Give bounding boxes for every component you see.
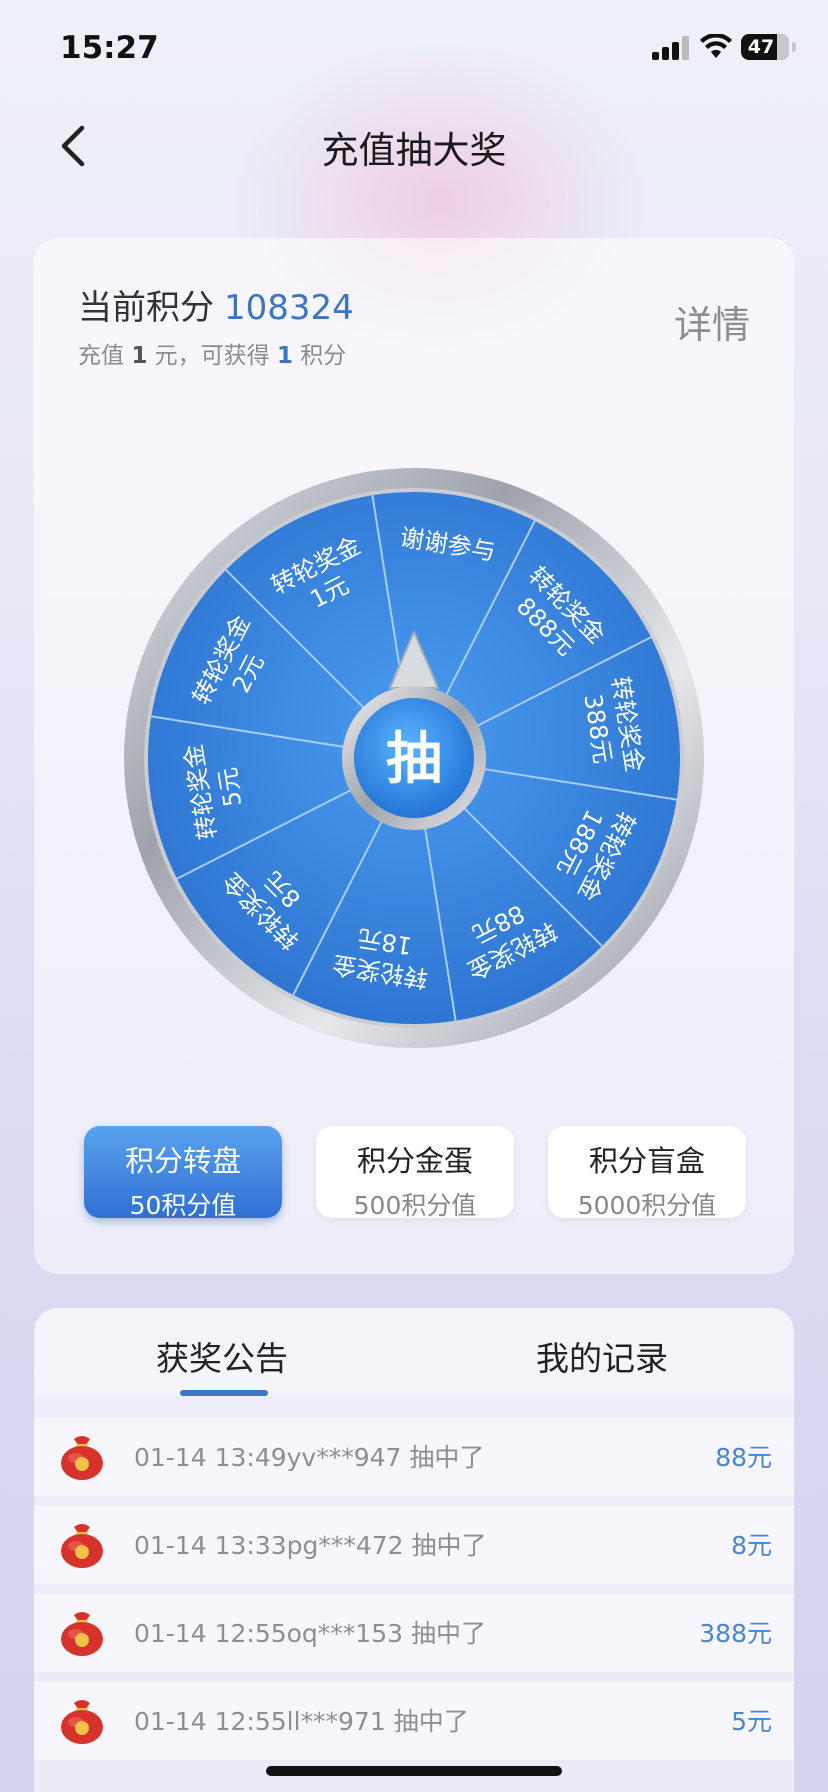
mode-blind-box-button[interactable]: 积分盲盒 5000积分值 bbox=[548, 1126, 746, 1220]
money-bag-icon bbox=[61, 1524, 103, 1568]
rate-amount: 1 bbox=[131, 343, 148, 369]
points-label: 当前积分 bbox=[78, 288, 214, 328]
mode-title: 积分转盘 bbox=[124, 1144, 241, 1178]
announcement-text: 01-14 12:55oq***153 抽中了 bbox=[134, 1619, 486, 1648]
prize-wheel: 转轮奖金2元转轮奖金1元谢谢参与转轮奖金888元转轮奖金388元转轮奖金188元… bbox=[124, 468, 704, 1048]
money-bag-icon bbox=[61, 1612, 103, 1656]
points-summary: 当前积分 108324 bbox=[78, 280, 354, 329]
home-indicator[interactable] bbox=[266, 1766, 562, 1776]
prize-amount: 88元 bbox=[715, 1443, 772, 1472]
mode-golden-egg-button[interactable]: 积分金蛋 500积分值 bbox=[316, 1126, 514, 1220]
rate-suffix: 积分 bbox=[300, 343, 347, 369]
cellular-signal-icon bbox=[652, 36, 690, 60]
lottery-card: 当前积分 108324 充值 1 元，可获得 1 积分 详情 转轮奖金 2元 转… bbox=[34, 238, 794, 1274]
announcement-card: 获奖公告 我的记录 01-14 13:49yv***947 抽中了 88元 01-1… bbox=[34, 1308, 794, 1792]
announcement-text: 01-14 13:49yv***947 抽中了 bbox=[134, 1443, 485, 1472]
list-item: 01-14 13:33pg***472 抽中了 8元 bbox=[34, 1506, 794, 1584]
mode-cost: 500积分值 bbox=[353, 1191, 477, 1220]
page-title: 充值抽大奖 bbox=[321, 129, 507, 172]
list-item: 01-14 12:55oq***153 抽中了 388元 bbox=[34, 1594, 794, 1672]
tab-my-records[interactable]: 我的记录 bbox=[536, 1332, 668, 1380]
announcement-list: 01-14 13:49yv***947 抽中了 88元 01-14 13:33pg*… bbox=[34, 1418, 794, 1770]
tab-bar: 获奖公告 我的记录 bbox=[34, 1308, 794, 1396]
mode-title: 积分盲盒 bbox=[588, 1144, 705, 1178]
money-bag-icon bbox=[61, 1436, 103, 1480]
announcement-text: 01-14 13:33pg***472 抽中了 bbox=[134, 1531, 487, 1560]
mode-title: 积分金蛋 bbox=[356, 1144, 473, 1178]
rate-points: 1 bbox=[276, 343, 293, 369]
list-item: 01-14 13:49yv***947 抽中了 88元 bbox=[34, 1418, 794, 1496]
mode-cost: 50积分值 bbox=[129, 1191, 237, 1220]
prize-amount: 5元 bbox=[731, 1707, 772, 1736]
battery-icon: 47 bbox=[741, 34, 789, 60]
details-link[interactable]: 详情 bbox=[674, 294, 750, 349]
rate-mid: 元，可获得 bbox=[154, 343, 270, 369]
game-mode-selector: 积分转盘 50积分值 积分金蛋 500积分值 积分盲盒 5000积分值 bbox=[84, 1126, 746, 1220]
spin-button-label: 抽 bbox=[386, 727, 442, 792]
battery-tip bbox=[792, 42, 796, 52]
mode-cost: 5000积分值 bbox=[577, 1191, 717, 1220]
tab-winner-announcements[interactable]: 获奖公告 bbox=[156, 1332, 288, 1380]
prize-amount: 8元 bbox=[731, 1531, 772, 1560]
prize-amount: 388元 bbox=[699, 1619, 772, 1648]
wifi-icon bbox=[700, 34, 732, 58]
status-time: 15:27 bbox=[60, 30, 159, 66]
mode-wheel-button[interactable]: 积分转盘 50积分值 bbox=[84, 1126, 282, 1220]
rate-prefix: 充值 bbox=[78, 343, 124, 369]
money-bag-icon bbox=[61, 1700, 103, 1744]
recharge-rate: 充值 1 元，可获得 1 积分 bbox=[78, 336, 346, 370]
points-value: 108324 bbox=[224, 288, 354, 328]
active-tab-indicator bbox=[180, 1390, 268, 1396]
announcement-text: 01-14 12:55ll***971 抽中了 bbox=[134, 1707, 469, 1736]
status-bar: 15:27 47 bbox=[0, 0, 828, 100]
list-item: 01-14 12:55ll***971 抽中了 5元 bbox=[34, 1682, 794, 1760]
battery-level: 47 bbox=[747, 36, 775, 58]
